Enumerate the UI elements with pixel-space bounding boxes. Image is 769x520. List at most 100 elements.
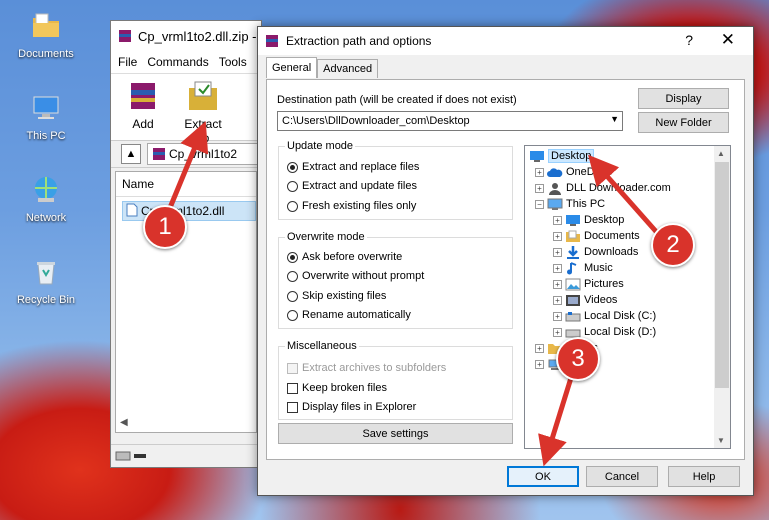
desktop-icon-label: Documents [18,48,74,60]
tree-item-label: DLL Downloader.com [566,182,671,194]
tree-item-label: Desktop [548,149,595,163]
desktop-icon-recycle-bin[interactable]: Recycle Bin [8,256,84,306]
expand-icon[interactable]: + [553,247,562,257]
radio-extract-update[interactable]: Extract and update files [287,180,417,192]
winrar-status-bar [111,444,261,467]
radio-fresh-existing[interactable]: Fresh existing files only [287,200,416,212]
checkbox-display-in-explorer[interactable]: Display files in Explorer [287,401,416,413]
radio-button[interactable] [287,161,298,173]
collapse-icon[interactable]: − [535,199,544,209]
archive-add-icon [131,83,155,109]
radio-button[interactable] [287,290,298,302]
menu-file[interactable]: File [118,55,137,69]
tree-item-desktop[interactable]: Desktop [529,148,595,164]
expand-icon[interactable]: + [553,215,562,225]
radio-ask-before-overwrite[interactable]: Ask before overwrite [287,251,402,263]
checkbox [287,362,298,374]
expand-icon[interactable]: + [553,263,562,273]
tree-item-downloads[interactable]: + Downloads [553,244,638,260]
extract-to-button[interactable]: Extract To [177,78,229,145]
tree-item-pictures[interactable]: + Pictures [553,276,624,292]
menu-commands[interactable]: Commands [147,55,208,69]
cancel-button[interactable]: Cancel [586,466,658,487]
overwrite-mode-group: Overwrite mode Ask before overwrite Over… [278,231,513,329]
ok-button[interactable]: OK [507,466,579,487]
desktop-icon-this-pc[interactable]: This PC [8,92,84,142]
expand-icon[interactable]: + [553,327,562,337]
folder-icon [566,230,580,242]
tree-item-local-disk-d[interactable]: + Local Disk (D:) [553,324,656,340]
menu-tools[interactable]: Tools [219,55,247,69]
display-button[interactable]: Display [638,88,729,109]
folder-icon [33,13,59,37]
desktop-icon-documents[interactable]: Documents [8,10,84,60]
scrollbar-thumb[interactable] [715,162,729,388]
winrar-toolbar: Add Extract To [111,74,261,145]
tree-item-onedrive[interactable]: + OneDrive [535,164,612,180]
expand-icon[interactable]: + [553,311,562,321]
tree-item-label: This PC [566,198,606,210]
expand-icon[interactable]: + [553,231,562,241]
tree-scrollbar[interactable]: ▲ ▼ [714,146,730,448]
expand-icon[interactable]: + [535,167,544,177]
archive-file-list[interactable]: Name Cp_vrml1to2.dll ◀ [115,171,257,433]
tab-advanced[interactable]: Advanced [317,59,379,78]
close-icon[interactable]: ✕ [721,30,735,50]
up-folder-button[interactable]: ▲ [121,144,141,164]
tree-item-local-disk-c[interactable]: + Local Disk (C:) [553,308,656,324]
checkbox[interactable] [287,401,298,413]
radio-skip-existing[interactable]: Skip existing files [287,290,386,302]
miscellaneous-group: Miscellaneous Extract archives to subfol… [278,340,513,420]
expand-icon[interactable]: + [553,279,562,289]
radio-extract-replace[interactable]: Extract and replace files [287,161,419,173]
dll-file-icon [126,203,138,217]
archive-path-box[interactable]: Cp_vrml1to2 [147,143,261,165]
add-button[interactable]: Add [117,78,169,136]
radio-button[interactable] [287,270,298,282]
archive-path-text: Cp_vrml1to2 [169,147,238,161]
new-folder-button[interactable]: New Folder [638,112,729,133]
tree-item-videos[interactable]: + Videos [553,292,617,308]
radio-overwrite-without-prompt[interactable]: Overwrite without prompt [287,270,424,282]
scroll-up-icon[interactable]: ▲ [717,149,725,158]
radio-button[interactable] [287,200,298,212]
tree-item-this-pc[interactable]: − This PC [535,196,605,212]
extract-to-label: Extract To [184,117,222,145]
desktop-icon-network[interactable]: Network [8,174,84,224]
expand-icon[interactable]: + [535,359,544,369]
tree-item-documents[interactable]: + Documents [553,228,640,244]
radio-button[interactable] [287,309,298,321]
scroll-down-icon[interactable]: ▼ [717,436,725,445]
winrar-title: Cp_vrml1to2.dll.zip - [138,28,257,44]
option-label: Skip existing files [302,290,387,302]
checkbox-keep-broken-files[interactable]: Keep broken files [287,382,387,394]
tree-item-pc-desktop[interactable]: + Desktop [553,212,624,228]
desktop-icon-label: This PC [26,130,66,142]
help-button[interactable]: Help [668,466,740,487]
radio-button[interactable] [287,180,298,192]
folder-tree[interactable]: Desktop + OneDrive + DLL Downloader.com … [524,145,731,449]
tree-item-music[interactable]: + Music [553,260,613,276]
chevron-down-icon[interactable]: ▼ [610,114,619,124]
save-settings-button[interactable]: Save settings [278,423,513,444]
archive-file-row[interactable]: Cp_vrml1to2.dll [122,201,256,221]
expand-icon[interactable]: + [535,183,544,193]
expand-icon[interactable]: + [535,343,544,353]
destination-path-input[interactable]: C:\Users\DllDownloader_com\Desktop ▼ [277,111,623,131]
winrar-window: Cp_vrml1to2.dll.zip - File Commands Tool… [110,20,262,468]
column-header-name[interactable]: Name [116,172,256,197]
tab-general[interactable]: General [266,57,318,78]
tree-item-user[interactable]: + DLL Downloader.com [535,180,671,196]
checkbox[interactable] [287,382,298,394]
scroll-left-icon[interactable]: ◀ [120,417,128,428]
help-icon[interactable]: ? [685,32,693,48]
expand-icon[interactable]: + [553,295,562,305]
general-panel: Destination path (will be created if doe… [266,79,745,460]
callout-step-2: 2 [651,223,695,267]
cloud-icon [547,167,563,177]
radio-rename-automatically[interactable]: Rename automatically [287,309,411,321]
radio-button[interactable] [287,251,298,263]
option-label: Fresh existing files only [302,200,417,212]
update-mode-group: Update mode Extract and replace files Ex… [278,140,513,220]
tree-item-label: Downloads [584,246,639,258]
